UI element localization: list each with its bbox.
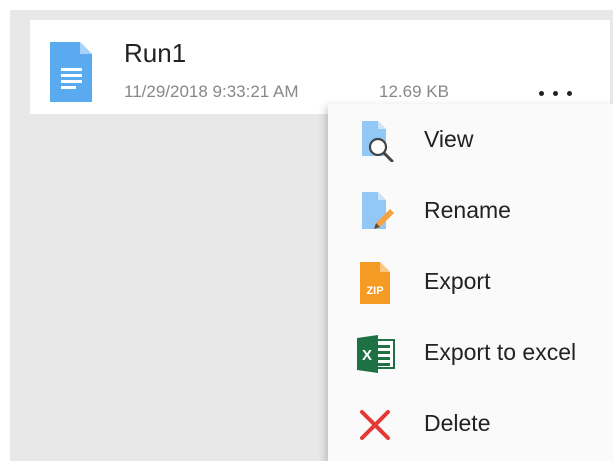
menu-item-view-label: View	[424, 126, 474, 152]
menu-item-view[interactable]: View	[328, 104, 613, 175]
zip-icon-text: ZIP	[366, 285, 383, 297]
file-date: 11/29/2018 9:33:21 AM	[124, 82, 299, 101]
menu-item-export-excel-label: Export to excel	[424, 339, 577, 365]
menu-item-export[interactable]: ZIP Export	[328, 246, 613, 317]
menu-item-export-excel[interactable]: X Export to excel	[328, 317, 613, 388]
menu-item-rename-label: Rename	[424, 197, 511, 223]
excel-icon: X	[357, 335, 395, 373]
document-icon	[50, 42, 92, 102]
menu-item-export-label: Export	[424, 268, 491, 294]
menu-item-delete-label: Delete	[424, 410, 491, 436]
delete-x-icon	[360, 410, 390, 440]
zip-file-icon: ZIP	[360, 262, 390, 304]
menu-item-rename[interactable]: Rename	[328, 175, 613, 246]
file-name: Run1	[124, 38, 187, 68]
rename-pencil-icon	[362, 192, 394, 229]
file-size: 12.69 KB	[379, 82, 449, 101]
more-options-button[interactable]	[532, 80, 582, 106]
file-list-item[interactable]: Run1 11/29/2018 9:33:21 AM 12.69 KB	[30, 20, 610, 114]
view-search-icon	[362, 121, 394, 162]
excel-icon-text: X	[362, 347, 372, 364]
menu-item-delete[interactable]: Delete	[328, 388, 613, 459]
context-menu: View Rename ZIP Export X Export to excel	[328, 104, 613, 461]
